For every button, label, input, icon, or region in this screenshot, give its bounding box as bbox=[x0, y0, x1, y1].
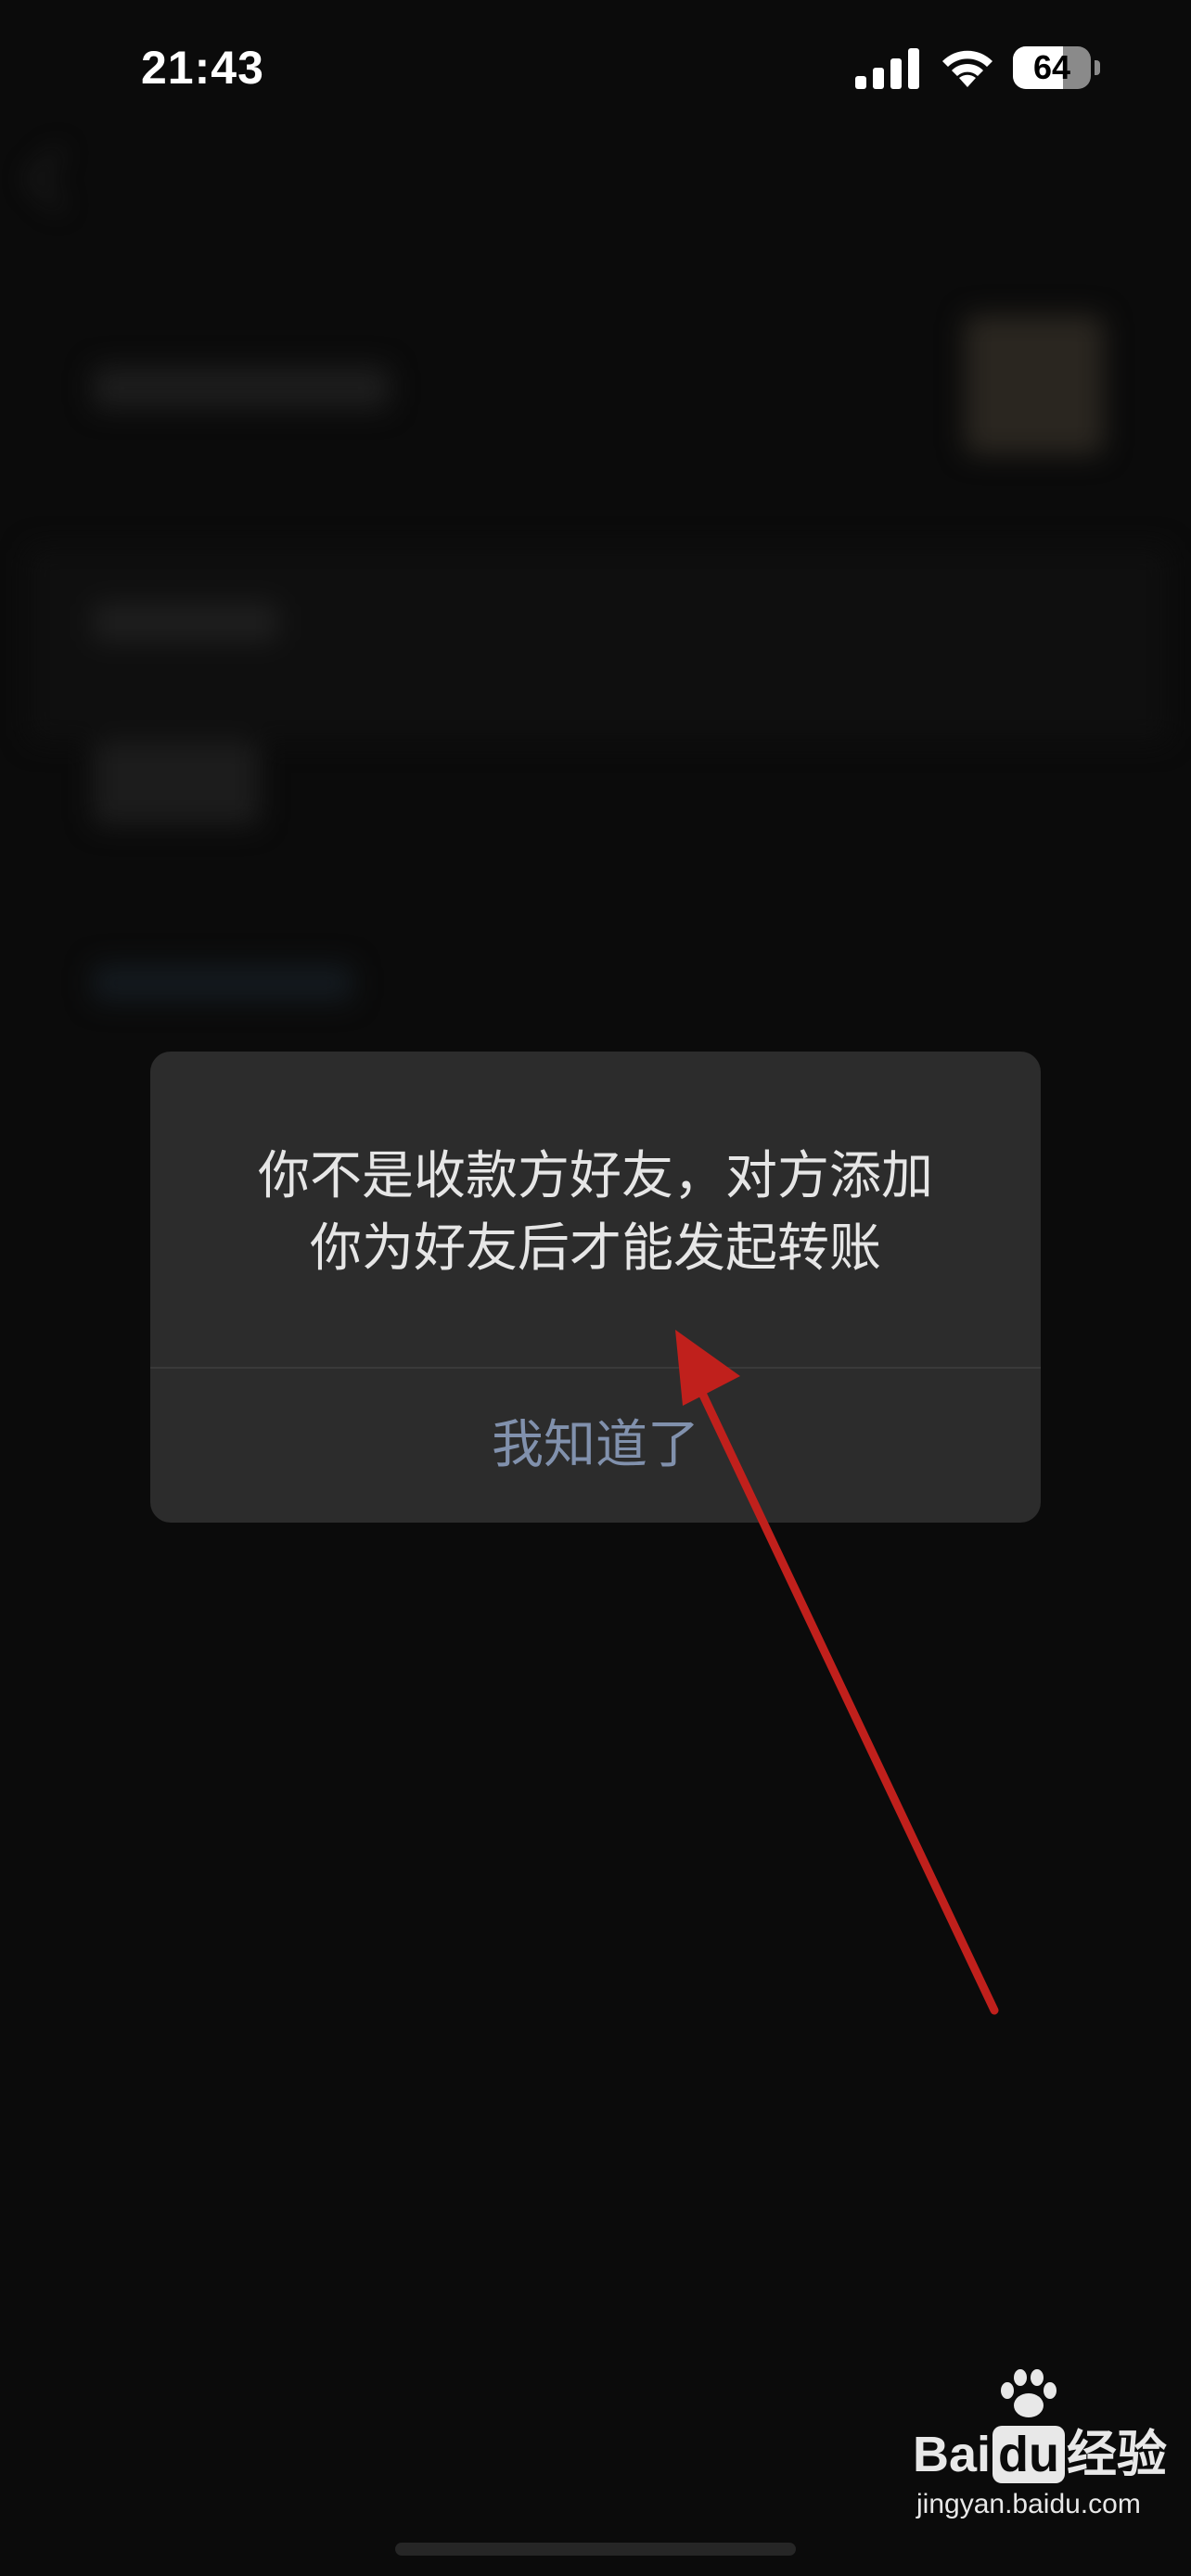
baidu-jingyan-watermark: Bai du 经验 jingyan.baidu.com bbox=[913, 2369, 1167, 2559]
watermark-logo-text: Bai du 经验 bbox=[913, 2413, 1167, 2486]
watermark-logo-jingyan: 经验 bbox=[1067, 2427, 1168, 2482]
transfer-card bbox=[28, 547, 1169, 742]
add-note-link bbox=[93, 964, 352, 1001]
battery-cap bbox=[1095, 60, 1100, 75]
status-time: 21:43 bbox=[141, 42, 264, 94]
transfer-amount-field bbox=[93, 742, 260, 825]
recipient-name-placeholder bbox=[93, 366, 390, 409]
recipient-avatar bbox=[965, 315, 1104, 454]
dialog-message-line-2: 你为好友后才能发起转账 bbox=[310, 1218, 881, 1279]
back-arrow-icon bbox=[28, 148, 89, 210]
watermark-logo-bai: Bai bbox=[913, 2427, 992, 2482]
transfer-amount-label bbox=[93, 603, 278, 642]
cellular-signal-icon bbox=[855, 48, 919, 89]
wifi-icon bbox=[942, 50, 992, 87]
dialog-message-line-1: 你不是收款方好友，对方添加 bbox=[258, 1146, 933, 1206]
alert-dialog: 你不是收款方好友，对方添加 你为好友后才能发起转账 我知道了 bbox=[150, 1052, 1041, 1523]
got-it-button[interactable]: 我知道了 bbox=[150, 1369, 1041, 1523]
status-bar: 21:43 64 bbox=[0, 0, 1191, 139]
watermark-url: jingyan.baidu.com bbox=[916, 2489, 1141, 2519]
home-indicator[interactable] bbox=[395, 2543, 796, 2556]
dialog-message: 你不是收款方好友，对方添加 你为好友后才能发起转账 bbox=[206, 1141, 985, 1285]
watermark-logo-du: du bbox=[992, 2426, 1066, 2483]
battery-indicator: 64 bbox=[1013, 46, 1102, 89]
battery-level: 64 bbox=[1032, 48, 1071, 86]
battery-icon: 64 bbox=[1013, 46, 1091, 89]
